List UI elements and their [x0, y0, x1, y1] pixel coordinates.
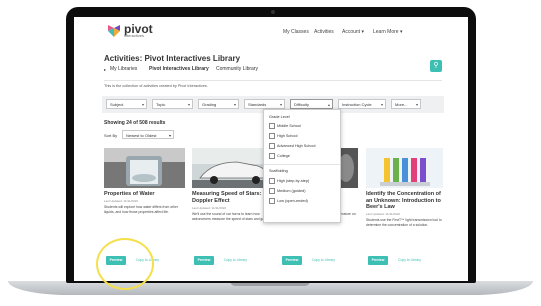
filter-difficulty[interactable]: Difficulty ▴ — [290, 99, 333, 109]
breadcrumb-pivot-library[interactable]: Pivot Interactives Library — [149, 66, 209, 72]
option-college[interactable]: College — [269, 153, 290, 159]
filter-standards[interactable]: Standards ▾ — [244, 99, 285, 109]
checkbox[interactable] — [269, 198, 275, 204]
chevron-down-icon: ▾ — [168, 133, 171, 138]
pivot-logo-icon — [108, 25, 120, 37]
filter-instruction-cycle[interactable]: Instruction Cycle ▾ — [338, 99, 386, 109]
highlight-circle — [96, 238, 154, 290]
chevron-down-icon: ▾ — [415, 102, 418, 107]
option-low-scaffold[interactable]: Low (open-ended) — [269, 198, 308, 204]
checkbox[interactable] — [269, 178, 275, 184]
card-description: Students use the FirstT™ light transmiss… — [366, 218, 442, 227]
nav-learn-more[interactable]: Learn More ▾ — [373, 29, 402, 35]
page-title: Activities: Pivot Interactives Library — [104, 54, 241, 63]
card-image-water[interactable] — [104, 148, 185, 188]
difficulty-dropdown: Grade Level Middle School High School Ad… — [263, 109, 341, 223]
nav-activities[interactable]: Activities — [314, 29, 334, 35]
preview-button[interactable]: Preview — [194, 256, 214, 265]
card-image-beers-law[interactable] — [366, 148, 443, 188]
copy-to-library-link[interactable]: Copy to Library — [224, 258, 247, 262]
divider — [104, 80, 442, 81]
preview-button[interactable]: Preview — [368, 256, 388, 265]
search-icon: ⚲ — [433, 62, 439, 69]
search-button[interactable]: ⚲ — [430, 60, 442, 72]
card-description: Students will explore how water differs … — [104, 205, 178, 214]
breadcrumb-arrow-icon: ▸ — [104, 67, 107, 72]
checkbox[interactable] — [269, 123, 275, 129]
checkbox[interactable] — [269, 188, 275, 194]
preview-button[interactable]: Preview — [282, 256, 302, 265]
filter-topic[interactable]: Topic ▾ — [152, 99, 193, 109]
nav-account[interactable]: Account ▾ — [342, 29, 364, 35]
dropdown-divider — [264, 164, 340, 165]
breadcrumb-my-libraries[interactable]: My Libraries — [110, 66, 137, 72]
card-updated: Last Updated: 11/11/2022 — [366, 212, 401, 216]
chevron-down-icon: ▾ — [141, 102, 144, 107]
chevron-down-icon: ▾ — [233, 102, 236, 107]
option-advanced-high-school[interactable]: Advanced High School — [269, 143, 315, 149]
nav-my-classes[interactable]: My Classes — [283, 29, 309, 35]
card-updated: Last Updated: 11/11/2022 — [104, 199, 139, 203]
sort-select[interactable]: Newest to Oldest ▾ — [122, 130, 174, 139]
checkbox[interactable] — [269, 133, 275, 139]
dropdown-header-grade: Grade Level — [269, 115, 290, 119]
chevron-down-icon: ▾ — [187, 102, 190, 107]
logo-subtext: interactives — [124, 34, 145, 38]
results-count: Showing 24 of 508 results — [104, 120, 166, 126]
filter-more[interactable]: More... ▾ — [391, 99, 421, 109]
card-title[interactable]: Identify the Concentration of an Unknown… — [366, 191, 446, 211]
breadcrumb-community-library[interactable]: Community Library — [216, 66, 258, 72]
option-high-school[interactable]: High School — [269, 133, 297, 139]
sort-label: Sort By — [104, 133, 118, 138]
copy-to-library-link[interactable]: Copy to Library — [398, 258, 421, 262]
filter-subject[interactable]: Subject ▾ — [106, 99, 147, 109]
option-medium-scaffold[interactable]: Medium (guided) — [269, 188, 306, 194]
filter-grading[interactable]: Grading ▾ — [198, 99, 239, 109]
chevron-down-icon: ▾ — [380, 102, 383, 107]
option-high-scaffold[interactable]: High (step-by-step) — [269, 178, 309, 184]
page-description: This is the collection of activities cre… — [104, 84, 208, 88]
checkbox[interactable] — [269, 143, 275, 149]
webcam — [271, 10, 275, 14]
card-updated: Last Updated: 11/11/2022 — [192, 206, 227, 210]
option-middle-school[interactable]: Middle School — [269, 123, 301, 129]
copy-to-library-link[interactable]: Copy to Library — [312, 258, 335, 262]
checkbox[interactable] — [269, 153, 275, 159]
card-title[interactable]: Properties of Water — [104, 191, 186, 198]
dropdown-header-scaffolding: Scaffolding — [269, 169, 288, 173]
